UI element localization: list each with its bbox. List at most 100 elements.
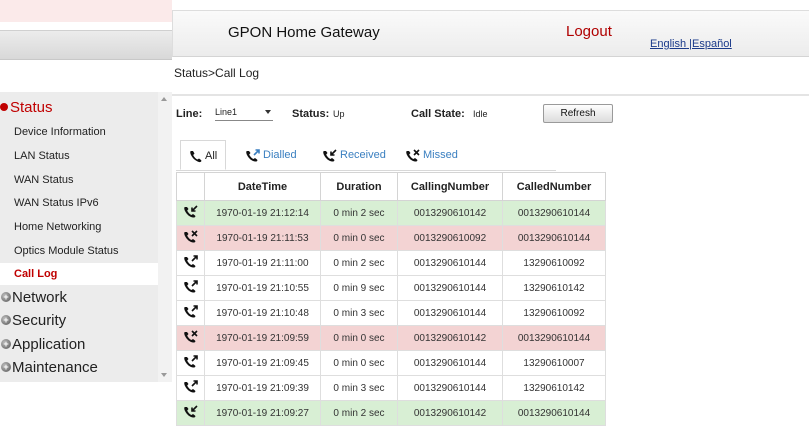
called-number-cell: 0013290610144 (502, 225, 606, 251)
expand-icon: + (1, 292, 11, 302)
table-row: 1970-01-19 21:09:39 0 min 3 sec 0013290610… (176, 375, 606, 401)
table-row: 1970-01-19 21:11:00 0 min 2 sec 0013290610… (176, 250, 606, 276)
menu-network[interactable]: + Network (0, 288, 67, 308)
sidebar-item-call-log[interactable]: Call Log (0, 263, 158, 285)
call-log-table: DateTime Duration CallingNumber CalledNu… (176, 172, 606, 426)
table-row: 1970-01-19 21:09:27 0 min 2 sec 0013290610… (176, 400, 606, 426)
call-type-cell (176, 275, 205, 301)
datetime-cell: 1970-01-19 21:10:48 (204, 300, 321, 326)
line-select-value: Line1 (215, 107, 238, 117)
sidebar-item-home-networking[interactable]: Home Networking (14, 216, 101, 238)
duration-cell: 0 min 2 sec (320, 250, 398, 276)
table-header-row: DateTime Duration CallingNumber CalledNu… (176, 172, 606, 201)
duration-cell: 0 min 2 sec (320, 400, 398, 426)
phone-missed-icon (183, 230, 198, 243)
menu-status[interactable]: Status (0, 98, 53, 118)
header-icon-cell (176, 172, 205, 201)
duration-cell: 0 min 3 sec (320, 375, 398, 401)
sidebar: Status Device Information LAN Status WAN… (0, 92, 158, 382)
called-number-cell: 0013290610144 (502, 325, 606, 351)
table-row: 1970-01-19 21:09:45 0 min 0 sec 0013290610… (176, 350, 606, 376)
phone-icon (190, 150, 202, 162)
menu-maintenance[interactable]: + Maintenance (0, 358, 98, 378)
tab-divider (176, 170, 556, 171)
table-row: 1970-01-19 21:09:59 0 min 0 sec 0013290610… (176, 325, 606, 351)
scroll-up-icon[interactable] (161, 97, 167, 101)
table-row: 1970-01-19 21:10:48 0 min 3 sec 0013290610… (176, 300, 606, 326)
tab-missed[interactable]: Missed (405, 140, 458, 170)
calling-number-cell: 0013290610144 (397, 300, 503, 326)
page-title: GPON Home Gateway (228, 24, 380, 41)
datetime-cell: 1970-01-19 21:09:39 (204, 375, 321, 401)
phone-incoming-icon (183, 405, 198, 418)
call-type-cell (176, 200, 205, 226)
menu-security-label: Security (12, 312, 67, 329)
phone-incoming-icon (183, 205, 198, 218)
call-type-cell (176, 325, 205, 351)
call-type-cell (176, 400, 205, 426)
status-label: Status: (292, 108, 330, 120)
expand-icon: + (1, 339, 11, 349)
phone-missed-icon (183, 330, 198, 343)
tab-all[interactable]: All (180, 140, 227, 170)
expand-icon: + (1, 315, 11, 325)
calling-number-cell: 0013290610142 (397, 325, 503, 351)
menu-application-label: Application (12, 336, 86, 353)
tab-received[interactable]: Received (322, 140, 386, 170)
divider (172, 94, 809, 96)
sidebar-scrollbar[interactable] (158, 92, 172, 382)
sidebar-item-device-information[interactable]: Device Information (14, 121, 106, 143)
language-switch: English |Español (650, 38, 732, 50)
called-number-cell: 0013290610144 (502, 400, 606, 426)
spanish-link[interactable]: Español (692, 38, 732, 50)
call-state-value: Idle (473, 109, 488, 119)
chevron-down-icon (265, 110, 271, 114)
sidebar-item-wan-status-ipv6[interactable]: WAN Status IPv6 (14, 192, 99, 214)
call-type-cell (176, 350, 205, 376)
phone-missed-icon (406, 149, 420, 162)
datetime-cell: 1970-01-19 21:09:45 (204, 350, 321, 376)
scroll-down-icon[interactable] (161, 373, 167, 377)
called-number-cell: 13290610142 (502, 375, 606, 401)
datetime-cell: 1970-01-19 21:10:55 (204, 275, 321, 301)
phone-outgoing-icon (183, 355, 198, 368)
breadcrumb: Status>Call Log (174, 66, 260, 80)
called-number-cell: 13290610142 (502, 275, 606, 301)
called-number-cell: 13290610092 (502, 250, 606, 276)
expand-icon: + (1, 362, 11, 372)
call-type-cell (176, 250, 205, 276)
datetime-cell: 1970-01-19 21:11:00 (204, 250, 321, 276)
table-row: 1970-01-19 21:10:55 0 min 9 sec 0013290610… (176, 275, 606, 301)
menu-security[interactable]: + Security (0, 311, 66, 331)
header-datetime: DateTime (204, 172, 321, 201)
phone-outgoing-icon (183, 280, 198, 293)
sidebar-item-optics-module-status[interactable]: Optics Module Status (14, 240, 119, 262)
line-select[interactable]: Line1 (215, 104, 273, 121)
phone-incoming-icon (323, 149, 337, 162)
duration-cell: 0 min 2 sec (320, 200, 398, 226)
duration-cell: 0 min 9 sec (320, 275, 398, 301)
table-row: 1970-01-19 21:12:14 0 min 2 sec 0013290610… (176, 200, 606, 226)
table-row: 1970-01-19 21:11:53 0 min 0 sec 0013290610… (176, 225, 606, 251)
call-type-cell (176, 300, 205, 326)
duration-cell: 0 min 0 sec (320, 350, 398, 376)
header-called-number: CalledNumber (502, 172, 606, 201)
calling-number-cell: 0013290610144 (397, 350, 503, 376)
datetime-cell: 1970-01-19 21:09:27 (204, 400, 321, 426)
call-type-cell (176, 375, 205, 401)
refresh-button[interactable]: Refresh (543, 104, 613, 123)
logout-link[interactable]: Logout (566, 23, 612, 40)
called-number-cell: 13290610092 (502, 300, 606, 326)
header-calling-number: CallingNumber (397, 172, 503, 201)
menu-application[interactable]: + Application (0, 335, 85, 355)
tab-received-label: Received (340, 149, 386, 161)
header-duration: Duration (320, 172, 398, 201)
duration-cell: 0 min 0 sec (320, 325, 398, 351)
sidebar-item-wan-status[interactable]: WAN Status (14, 169, 74, 191)
tab-dialled[interactable]: Dialled (245, 140, 297, 170)
menu-network-label: Network (12, 289, 68, 306)
calling-number-cell: 0013290610142 (397, 400, 503, 426)
calling-number-cell: 0013290610144 (397, 275, 503, 301)
sidebar-item-lan-status[interactable]: LAN Status (14, 145, 70, 167)
english-link[interactable]: English (650, 38, 686, 50)
